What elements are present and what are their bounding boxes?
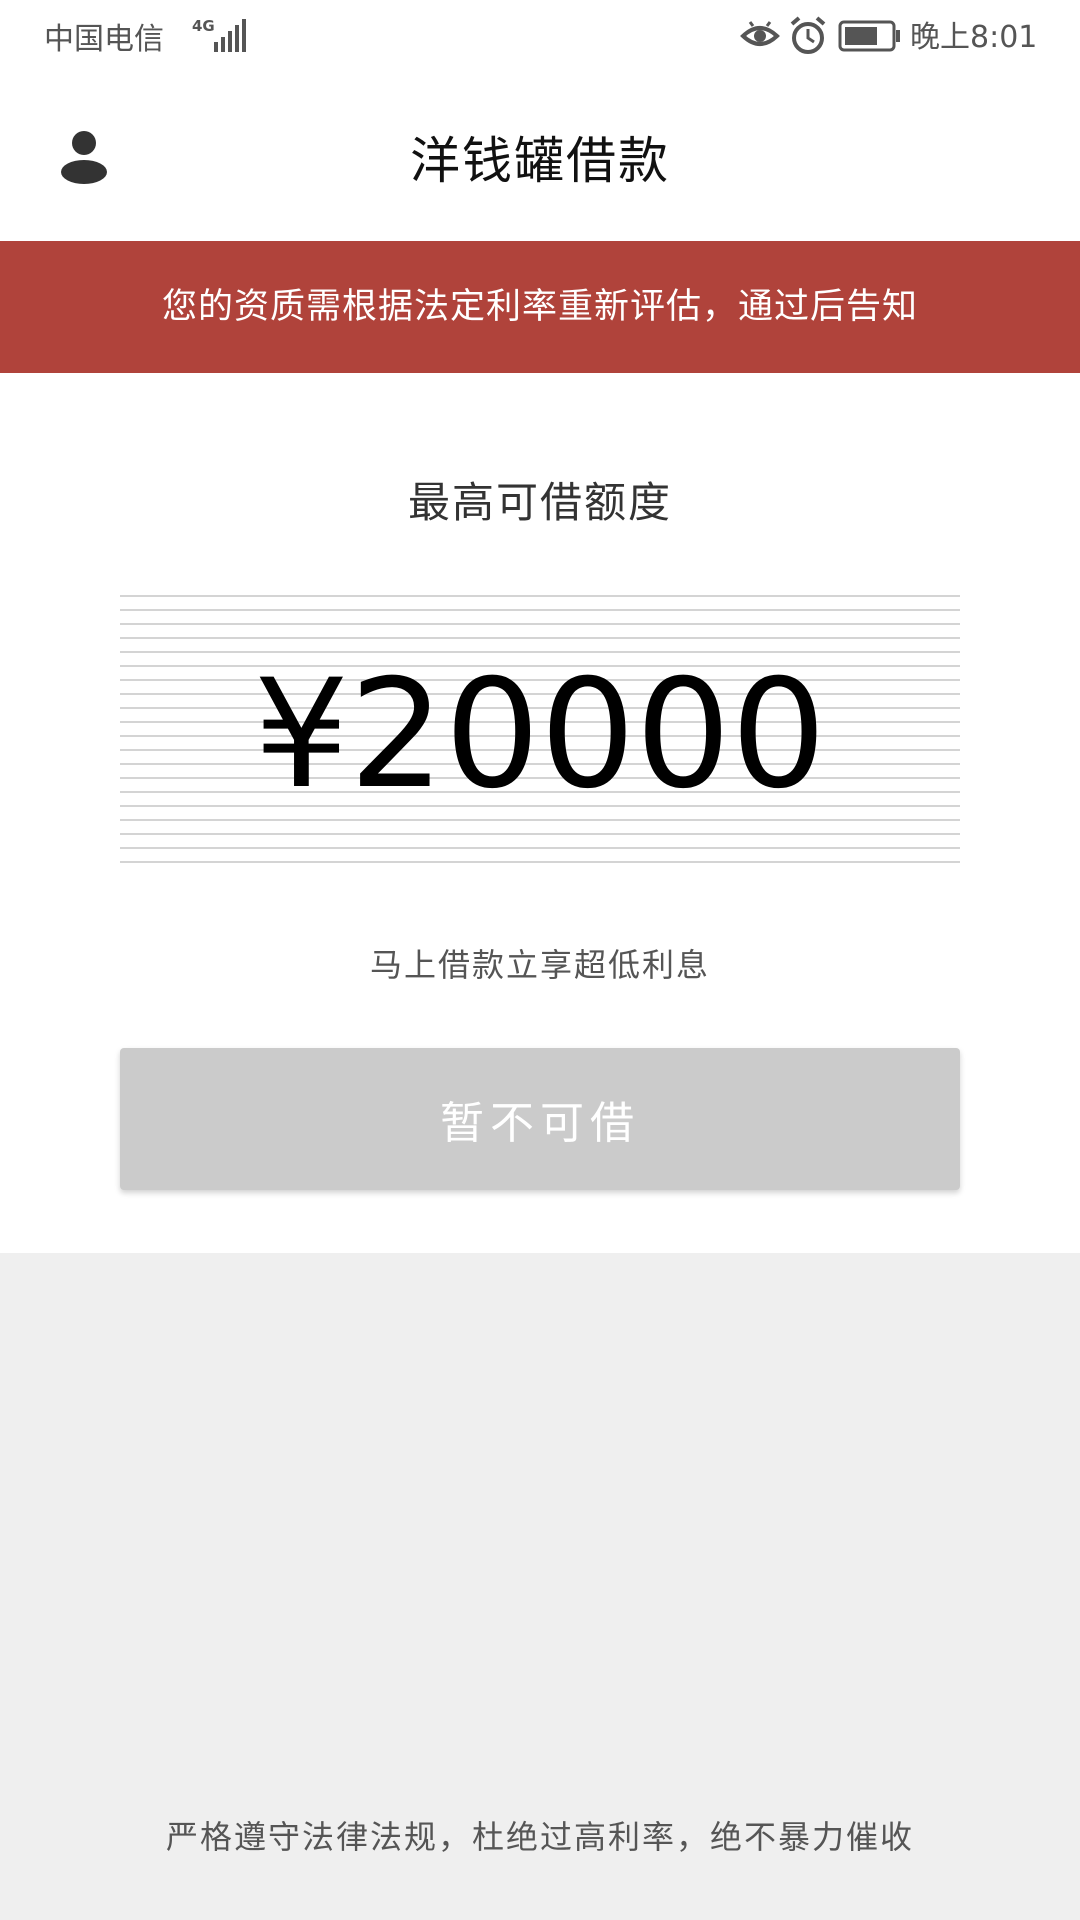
- app-screen: 中国电信 4G 晚上8:01 洋钱罐借款 您的资质需根据法定利率重新评估，通过后…: [0, 0, 1080, 1920]
- loan-card: 最高可借额度 ¥20000 马上借款立享超低利息 暂不可借: [0, 373, 1080, 1253]
- carrier-name: 中国电信: [44, 22, 164, 57]
- notice-banner: 您的资质需根据法定利率重新评估，通过后告知: [0, 241, 1080, 373]
- credit-limit-label: 最高可借额度: [407, 478, 672, 527]
- page-title: 洋钱罐借款: [410, 132, 670, 190]
- battery-icon: [838, 20, 900, 52]
- alarm-icon: [790, 16, 826, 54]
- compliance-note: 严格遵守法律法规，杜绝过高利率，绝不暴力催收: [165, 1818, 914, 1856]
- status-bar: 中国电信 4G 晚上8:01: [0, 0, 1080, 80]
- app-header: 洋钱罐借款: [0, 80, 1080, 241]
- credit-limit-amount: ¥20000: [253, 648, 827, 822]
- status-time: 晚上8:01: [910, 20, 1038, 55]
- amount-panel: ¥20000: [120, 595, 960, 873]
- signal-icon: [214, 19, 246, 52]
- borrow-button[interactable]: 暂不可借: [120, 1048, 960, 1190]
- promo-text: 马上借款立享超低利息: [369, 946, 710, 984]
- eye-icon: [740, 21, 780, 46]
